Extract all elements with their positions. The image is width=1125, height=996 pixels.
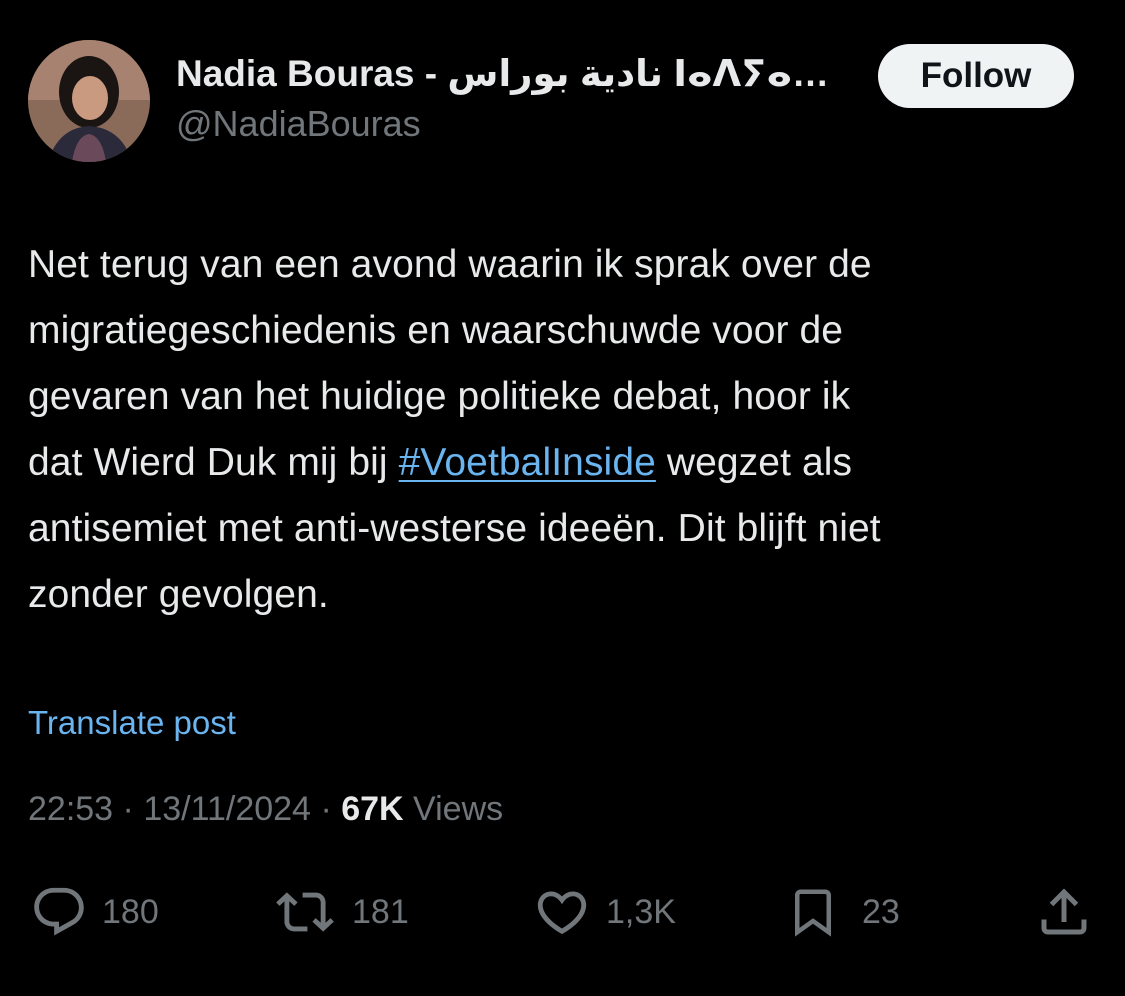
repost-button[interactable]: 181 bbox=[270, 880, 409, 944]
views-label: Views bbox=[413, 790, 504, 828]
like-count: 1,3K bbox=[606, 892, 676, 931]
post-text-line: zonder gevolgen. bbox=[28, 573, 329, 616]
post-text-segment: dat Wierd Duk mij bij bbox=[28, 441, 399, 484]
post-text-line: dat Wierd Duk mij bij #VoetbalInside weg… bbox=[28, 430, 1108, 496]
reply-count: 180 bbox=[102, 892, 159, 931]
repost-count: 181 bbox=[352, 892, 409, 931]
hashtag-link[interactable]: #VoetbalInside bbox=[399, 441, 656, 484]
post-meta: 22:53 · 13/11/2024 · 67K Views bbox=[28, 790, 503, 829]
views-count: 67K bbox=[341, 790, 404, 828]
translate-post-link[interactable]: Translate post bbox=[28, 704, 236, 742]
heart-icon bbox=[537, 891, 587, 935]
share-button[interactable] bbox=[1034, 880, 1094, 944]
post-text-line: migratiegeschiedenis en waarschuwde voor… bbox=[28, 309, 844, 352]
reply-button[interactable]: 180 bbox=[28, 880, 159, 944]
post-text-segment: wegzet als bbox=[655, 441, 853, 484]
post-text: Net terug van een avond waarin ik sprak … bbox=[28, 232, 1108, 628]
bookmark-icon bbox=[795, 889, 831, 937]
post-date[interactable]: 13/11/2024 bbox=[143, 790, 311, 828]
reply-icon bbox=[34, 887, 84, 936]
author-display-name[interactable]: Nadia Bouras - نادية بوراس ⵏⴰⴷⵢⴰ… bbox=[176, 52, 829, 96]
action-bar: 180 181 1,3K 23 bbox=[0, 880, 1125, 944]
post-text-line: antisemiet met anti-westerse ideeën. Dit… bbox=[28, 507, 881, 550]
like-button[interactable]: 1,3K bbox=[530, 880, 676, 944]
author-handle[interactable]: @NadiaBouras bbox=[176, 102, 421, 146]
meta-separator: · bbox=[320, 790, 332, 828]
avatar[interactable] bbox=[28, 40, 150, 162]
repost-icon bbox=[276, 892, 334, 932]
post-time[interactable]: 22:53 bbox=[28, 790, 113, 828]
post-text-line: gevaren van het huidige politieke debat,… bbox=[28, 375, 851, 418]
share-icon bbox=[1041, 888, 1087, 935]
bookmark-count: 23 bbox=[862, 892, 900, 931]
bookmark-button[interactable]: 23 bbox=[786, 880, 900, 944]
meta-separator: · bbox=[122, 790, 134, 828]
follow-button[interactable]: Follow bbox=[878, 44, 1074, 108]
avatar-photo bbox=[28, 40, 150, 162]
post-text-line: Net terug van een avond waarin ik sprak … bbox=[28, 243, 872, 286]
